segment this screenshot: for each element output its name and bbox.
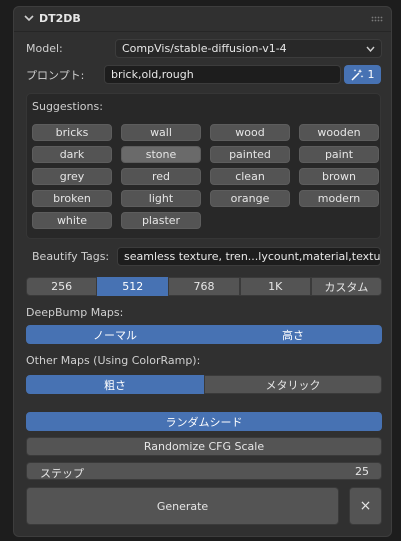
suggestion-chip[interactable]: bricks (32, 124, 112, 141)
chevron-down-icon[interactable] (24, 13, 34, 23)
suggestion-chip[interactable]: stone (121, 146, 201, 163)
metallic-toggle[interactable]: メタリック (204, 375, 382, 394)
other-maps-label: Other Maps (Using ColorRamp): (26, 354, 201, 367)
suggestion-chip[interactable]: orange (210, 190, 290, 207)
resolution-option[interactable]: 512 (97, 277, 169, 296)
suggestion-chip[interactable]: plaster (121, 212, 201, 229)
suggestion-chip[interactable]: paint (299, 146, 379, 163)
suggestions-label: Suggestions: (32, 100, 103, 113)
steps-value: 25 (355, 465, 369, 478)
other-maps-selector: 粗さ メタリック (26, 375, 382, 394)
beautify-value: seamless texture, tren...lycount,materia… (124, 250, 381, 263)
resolution-option[interactable]: カスタム (310, 277, 383, 296)
resolution-option[interactable]: 256 (26, 277, 98, 296)
random-seed-toggle[interactable]: ランダムシード (26, 412, 382, 431)
deepbump-height-toggle[interactable]: 高さ (204, 325, 382, 344)
suggestion-chip[interactable]: wooden (299, 124, 379, 141)
beautify-input[interactable]: seamless texture, tren...lycount,materia… (117, 247, 381, 266)
model-value: CompVis/stable-diffusion-v1-4 (122, 42, 287, 55)
suggestion-chip[interactable]: clean (210, 168, 290, 185)
magic-wand-icon (350, 69, 363, 81)
resolution-option[interactable]: 1K (239, 277, 311, 296)
suggestion-chip[interactable]: brown (299, 168, 379, 185)
dt2db-panel: DT2DB Model: CompVis/stable-diffusion-v1… (13, 6, 392, 537)
panel-header[interactable]: DT2DB (14, 7, 391, 32)
generate-button[interactable]: Generate (26, 487, 339, 525)
deepbump-normal-toggle[interactable]: ノーマル (26, 325, 204, 344)
panel-title: DT2DB (39, 12, 81, 25)
suggestion-chip[interactable]: dark (32, 146, 112, 163)
prompt-value: brick,old,rough (111, 68, 194, 81)
beautify-label: Beautify Tags: (32, 250, 110, 263)
roughness-toggle[interactable]: 粗さ (26, 375, 204, 394)
prompt-magic-count: 1 (367, 68, 375, 81)
steps-field[interactable]: ステップ 25 (26, 462, 382, 480)
prompt-label: プロンプト: (26, 69, 85, 82)
close-button[interactable]: × (349, 487, 382, 525)
randomize-cfg-toggle[interactable]: Randomize CFG Scale (26, 437, 382, 456)
suggestion-chip[interactable]: modern (299, 190, 379, 207)
deepbump-label: DeepBump Maps: (26, 306, 124, 319)
model-label: Model: (26, 42, 63, 55)
suggestion-chip[interactable]: grey (32, 168, 112, 185)
suggestion-chip[interactable]: wall (121, 124, 201, 141)
deepbump-selector: ノーマル 高さ (26, 325, 382, 344)
model-select[interactable]: CompVis/stable-diffusion-v1-4 (115, 39, 382, 58)
prompt-input[interactable]: brick,old,rough (104, 65, 341, 84)
resolution-option[interactable]: 768 (168, 277, 240, 296)
suggestion-chip[interactable]: white (32, 212, 112, 229)
chevron-down-icon (366, 46, 375, 52)
steps-label: ステップ (40, 467, 84, 480)
suggestion-chip[interactable]: red (121, 168, 201, 185)
resolution-selector: 256 512 768 1K カスタム (26, 277, 383, 296)
suggestion-chip[interactable]: light (121, 190, 201, 207)
suggestion-chip[interactable]: wood (210, 124, 290, 141)
suggestions-box: Suggestions: bricks wall wood wooden dark sto… (26, 93, 381, 239)
prompt-magic-button[interactable]: 1 (344, 65, 381, 84)
suggestion-chip[interactable]: broken (32, 190, 112, 207)
drag-handle-icon[interactable] (371, 16, 383, 22)
suggestion-chip[interactable]: painted (210, 146, 290, 163)
